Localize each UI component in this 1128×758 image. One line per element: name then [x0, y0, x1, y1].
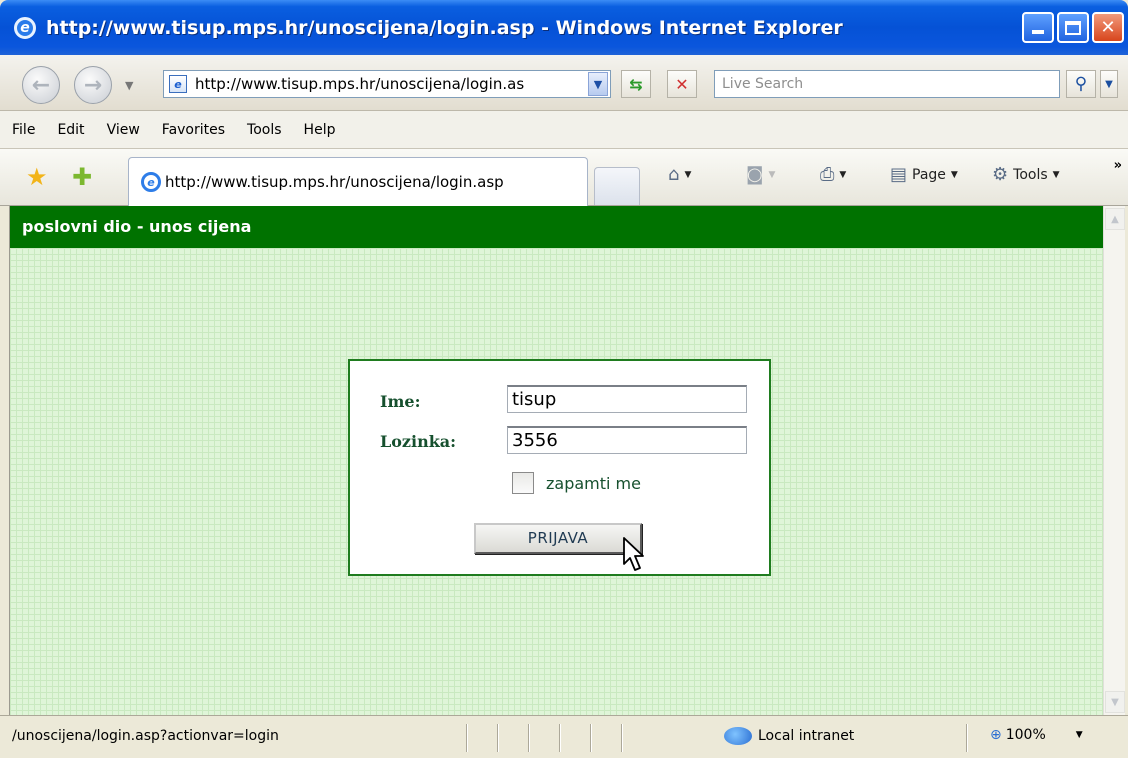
security-zone-label: Local intranet — [758, 728, 855, 744]
minimize-button[interactable] — [1022, 12, 1054, 43]
username-field[interactable]: tisup — [507, 385, 747, 413]
chevron-down-icon: ▼ — [768, 169, 776, 180]
search-icon: ⚲ — [1074, 74, 1088, 94]
minimize-icon — [1032, 30, 1044, 34]
ie-logo-icon: e — [14, 16, 36, 39]
tab-bar: ★ ✚ e http://www.tisup.mps.hr/unoscijena… — [0, 149, 1128, 206]
forward-arrow-icon: → — [83, 72, 103, 98]
zoom-icon: ⊕ — [990, 727, 1002, 743]
menu-edit[interactable]: Edit — [46, 122, 95, 138]
menu-view[interactable]: View — [96, 122, 151, 138]
chevron-down-icon: ▼ — [1105, 78, 1113, 90]
username-label: Ime: — [380, 392, 421, 411]
rss-feed-icon: ◙ — [746, 164, 764, 185]
address-url[interactable]: http://www.tisup.mps.hr/unoscijena/login… — [195, 75, 588, 93]
chevron-down-icon: ▼ — [950, 169, 958, 180]
login-button[interactable]: PRIJAVA — [474, 523, 642, 554]
ie-page-icon: e — [141, 172, 161, 192]
maximize-icon — [1065, 20, 1081, 35]
recent-pages-dropdown-icon[interactable]: ▼ — [125, 79, 133, 92]
zoom-control[interactable]: ⊕ 100% ▼ — [990, 727, 1083, 743]
password-label: Lozinka: — [380, 432, 457, 451]
scroll-up-button[interactable]: ▲ — [1105, 208, 1125, 230]
gear-icon: ⚙ — [992, 164, 1009, 185]
menu-help[interactable]: Help — [293, 122, 347, 138]
menu-file[interactable]: File — [12, 122, 46, 138]
menu-favorites[interactable]: Favorites — [151, 122, 236, 138]
remember-me-label[interactable]: zapamti me — [546, 474, 641, 493]
page-icon: ▤ — [890, 164, 908, 185]
chevron-down-icon: ▼ — [1052, 169, 1060, 180]
search-button[interactable]: ⚲ — [1066, 70, 1096, 98]
status-divider — [497, 724, 499, 752]
status-divider — [528, 724, 530, 752]
home-button[interactable]: ⌂ ▼ — [668, 164, 691, 185]
stop-button[interactable]: ✕ — [667, 70, 697, 98]
menu-bar: File Edit View Favorites Tools Help — [0, 111, 1128, 149]
address-dropdown-button[interactable]: ▼ — [588, 72, 608, 96]
chevron-down-icon: ▼ — [1075, 730, 1083, 740]
window-controls: ✕ — [1022, 12, 1124, 43]
stop-icon: ✕ — [675, 74, 689, 94]
toolbar-overflow-icon[interactable]: » — [1114, 158, 1122, 173]
chevron-down-icon: ▼ — [684, 169, 692, 180]
printer-icon: ⎙ — [820, 164, 835, 185]
menu-tools[interactable]: Tools — [236, 122, 293, 138]
remember-me-checkbox[interactable] — [512, 472, 534, 494]
address-field[interactable]: e http://www.tisup.mps.hr/unoscijena/log… — [163, 70, 611, 98]
back-button[interactable]: ← — [22, 66, 60, 104]
tools-menu-label: Tools — [1013, 166, 1048, 183]
title-bar: e http://www.tisup.mps.hr/unoscijena/log… — [0, 0, 1128, 55]
maximize-button[interactable] — [1057, 12, 1089, 43]
page-content: poslovni dio - unos cijena Ime: tisup Lo… — [10, 206, 1103, 715]
status-text: /unoscijena/login.asp?actionvar=login — [12, 728, 279, 744]
status-divider — [466, 724, 468, 752]
back-arrow-icon: ← — [31, 72, 51, 98]
page-menu-label: Page — [912, 166, 946, 183]
chevron-down-icon: ▼ — [839, 169, 847, 180]
tab-title: http://www.tisup.mps.hr/unoscijena/login… — [165, 173, 504, 191]
search-input[interactable]: Live Search — [714, 70, 1060, 98]
page-icon: e — [169, 75, 187, 93]
refresh-button[interactable]: ⇆ — [621, 70, 651, 98]
status-divider — [559, 724, 561, 752]
status-divider — [590, 724, 592, 752]
page-frame-edge — [0, 206, 10, 715]
close-button[interactable]: ✕ — [1092, 12, 1124, 43]
window-title: http://www.tisup.mps.hr/unoscijena/login… — [46, 16, 843, 39]
close-icon: ✕ — [1100, 17, 1116, 38]
page-menu-button[interactable]: ▤ Page ▼ — [890, 164, 958, 185]
tools-menu-button[interactable]: ⚙ Tools ▼ — [992, 164, 1060, 185]
add-favorite-icon[interactable]: ✚ — [72, 163, 92, 191]
scroll-down-button[interactable]: ▼ — [1105, 691, 1125, 713]
print-button[interactable]: ⎙ ▼ — [820, 164, 846, 185]
feeds-button[interactable]: ◙ ▼ — [746, 164, 775, 185]
page-header: poslovni dio - unos cijena — [10, 206, 1103, 248]
chevron-down-icon: ▼ — [1111, 696, 1119, 708]
refresh-icon: ⇆ — [629, 74, 643, 94]
favorites-center-icon[interactable]: ★ — [26, 163, 48, 191]
home-icon: ⌂ — [668, 164, 680, 185]
globe-network-icon — [724, 727, 752, 745]
password-field[interactable]: 3556 — [507, 426, 747, 454]
tab-active[interactable]: e http://www.tisup.mps.hr/unoscijena/log… — [128, 157, 588, 206]
search-options-button[interactable]: ▼ — [1100, 70, 1118, 98]
new-tab-button[interactable] — [594, 167, 640, 205]
status-bar: /unoscijena/login.asp?actionvar=login Lo… — [0, 715, 1128, 758]
status-divider — [966, 724, 968, 752]
forward-button[interactable]: → — [74, 66, 112, 104]
chevron-down-icon: ▼ — [593, 77, 603, 91]
security-zone[interactable]: Local intranet — [724, 727, 854, 745]
address-toolbar: ← → ▼ e http://www.tisup.mps.hr/unoscije… — [0, 55, 1128, 111]
zoom-level: 100% — [1005, 727, 1046, 743]
mouse-cursor-icon — [623, 537, 644, 571]
vertical-scrollbar[interactable]: ▲ ▼ — [1103, 206, 1125, 715]
status-divider — [621, 724, 623, 752]
login-form: Ime: tisup Lozinka: 3556 zapamti me PRIJ… — [348, 359, 771, 576]
chevron-up-icon: ▲ — [1111, 213, 1119, 225]
